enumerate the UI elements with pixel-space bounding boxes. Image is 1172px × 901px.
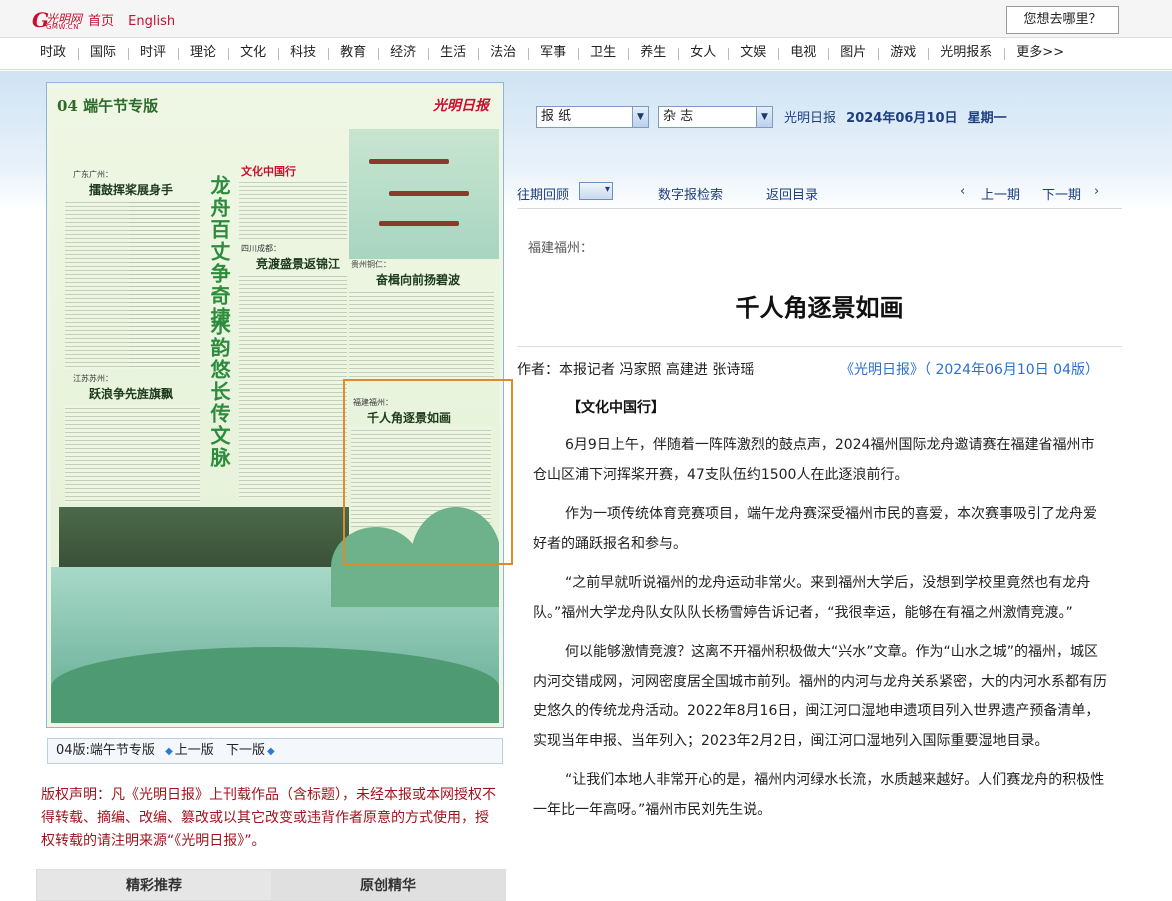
boat-shape — [379, 221, 459, 226]
page-pager: 04版:端午节专版 ◆ 上一版 下一版 ◆ — [47, 738, 503, 764]
text-columns — [239, 179, 347, 239]
text-columns — [129, 199, 199, 369]
article-source[interactable]: 《光明日报》（ 2024年06月10日 04版） — [840, 359, 1099, 379]
issue-date: 2024年06月10日 — [846, 111, 958, 126]
nav-item[interactable]: 电视 — [778, 38, 828, 68]
next-issue-link[interactable]: 下一期 — [1042, 184, 1081, 203]
column-tag: 【文化中国行】 — [567, 400, 665, 416]
selected-article-highlight[interactable] — [343, 379, 513, 565]
nav-item[interactable]: 图片 — [828, 38, 878, 68]
issue-dateline: 光明日报 2024年06月10日 星期一 — [784, 107, 1007, 126]
text-columns — [349, 289, 494, 381]
nav-item[interactable]: 养生 — [628, 38, 678, 68]
back-to-index-link[interactable]: 返回目录 — [766, 184, 818, 203]
divider — [517, 346, 1122, 347]
column-logo: 文化中国行 — [241, 165, 296, 178]
text-columns — [239, 273, 347, 499]
paper-select-value: 报 纸 — [541, 109, 572, 124]
article-city: 贵州铜仁： — [351, 260, 391, 269]
top-links: 首页 English — [88, 10, 185, 29]
copyright-notice: 版权声明：凡《光明日报》上刊载作品（含标题），未经本报或本网授权不得转载、摘编、… — [41, 787, 496, 849]
main-nav: 时政 国际 时评 理论 文化 科技 教育 经济 生活 法治 军事 卫生 养生 女… — [0, 38, 1172, 70]
next-issue-arrow-icon[interactable]: › — [1094, 184, 1099, 199]
article-paragraph: 何以能够激情竞渡？这离不开福州积极做大“兴水”文章。作为“山水之城”的福州，城区… — [533, 644, 1107, 749]
chevron-down-icon: ▼ — [632, 107, 648, 127]
article-headline[interactable]: 跃浪争先旌旗飘 — [89, 385, 173, 402]
prev-page-link[interactable]: 上一版 — [175, 743, 214, 758]
boat-shape — [389, 191, 469, 196]
vertical-title: 龙舟百丈争奇捷 — [207, 175, 231, 329]
nav-item-more[interactable]: 更多>> — [1004, 38, 1076, 68]
nav-item[interactable]: 经济 — [378, 38, 428, 68]
top-bar: G 光明网 GMW.CN 首页 English 您想去哪里？ — [0, 0, 1172, 38]
nav-item[interactable]: 理论 — [178, 38, 228, 68]
logo-sub: GMW.CN — [46, 23, 79, 31]
article-headline[interactable]: 竞渡盛景返锦江 — [256, 255, 340, 272]
article-headline[interactable]: 奋楫向前扬碧波 — [376, 271, 460, 288]
paper-name: 光明日报 — [784, 111, 837, 126]
nav-item[interactable]: 科技 — [278, 38, 328, 68]
page-brand: 光明日报 — [433, 98, 489, 114]
nav-item[interactable]: 军事 — [528, 38, 578, 68]
issue-weekday: 星期一 — [967, 111, 1007, 126]
nav-item[interactable]: 女人 — [678, 38, 728, 68]
article-title: 千人角逐景如画 — [735, 293, 904, 322]
right-arrow-icon: ◆ — [266, 746, 275, 757]
nav-item[interactable]: 游戏 — [878, 38, 928, 68]
text-columns — [65, 405, 200, 503]
nav-item[interactable]: 法治 — [478, 38, 528, 68]
home-link[interactable]: 首页 — [88, 14, 114, 29]
chevron-down-icon: ▼ — [756, 107, 772, 127]
magazine-select-value: 杂 志 — [663, 109, 694, 124]
prev-issue-arrow-icon[interactable]: ‹ — [960, 184, 965, 199]
hill-shape — [51, 647, 499, 723]
article-city: 福建福州： — [528, 241, 594, 256]
next-page-link[interactable]: 下一版 — [226, 743, 265, 758]
nav-item[interactable]: 光明报系 — [928, 38, 1004, 68]
article-byline: 作者：本报记者 冯家照 高建进 张诗瑶 — [517, 362, 755, 378]
boat-shape — [369, 159, 449, 164]
dragon-boat-illustration — [349, 129, 499, 259]
back-issue-link[interactable]: 往期回顾 — [517, 184, 569, 203]
digital-search-link[interactable]: 数字报检索 — [658, 184, 723, 203]
prev-issue-link[interactable]: 上一期 — [981, 184, 1020, 203]
article-paragraph: 作为一项传统体育竞赛项目，端午龙舟赛深受福州市民的喜爱，本次赛事吸引了龙舟爱好者… — [533, 506, 1097, 552]
english-link[interactable]: English — [128, 14, 175, 29]
nav-item[interactable]: 卫生 — [578, 38, 628, 68]
tab-original[interactable]: 原创精华 — [271, 870, 505, 900]
nav-item[interactable]: 时评 — [128, 38, 178, 68]
nav-item[interactable]: 文娱 — [728, 38, 778, 68]
nav-item[interactable]: 国际 — [78, 38, 128, 68]
nav-item[interactable]: 生活 — [428, 38, 478, 68]
hills-illustration — [51, 507, 499, 723]
paper-select[interactable]: 报 纸 ▼ — [536, 106, 649, 128]
recommend-tabs: 精彩推荐 原创精华 — [36, 869, 506, 901]
article-city: 江苏苏州： — [73, 374, 113, 383]
site-logo[interactable]: G 光明网 GMW.CN — [32, 8, 82, 32]
article-body: 6月9日上午，伴随着一阵阵激烈的鼓点声，2024福州国际龙舟邀请赛在福建省福州市… — [533, 431, 1108, 835]
divider — [517, 208, 1122, 209]
left-arrow-icon: ◆ — [165, 746, 173, 757]
article-city: 四川成都： — [241, 244, 281, 253]
magazine-select[interactable]: 杂 志 ▼ — [658, 106, 773, 128]
article-headline[interactable]: 擂鼓挥桨展身手 — [89, 181, 173, 198]
calendar-picker[interactable] — [579, 182, 613, 200]
nav-item[interactable]: 教育 — [328, 38, 378, 68]
article-city: 广东广州： — [73, 170, 113, 179]
article-paragraph: “让我们本地人非常开心的是，福州内河绿水长流，水质越来越好。人们赛龙舟的积极性一… — [533, 772, 1105, 818]
tab-featured[interactable]: 精彩推荐 — [37, 870, 271, 900]
nav-item[interactable]: 时政 — [28, 38, 78, 68]
vertical-title: 水韵悠长传文脉 — [207, 315, 231, 469]
article-paragraph: 6月9日上午，伴随着一阵阵激烈的鼓点声，2024福州国际龙舟邀请赛在福建省福州市… — [533, 437, 1095, 483]
page-label: 04 端午节专版 — [57, 97, 159, 115]
article-paragraph: “之前早就听说福州的龙舟运动非常火。来到福州大学后，没想到学校里竟然也有龙舟队。… — [533, 575, 1091, 621]
where-to-go-button[interactable]: 您想去哪里？ — [1006, 6, 1119, 34]
nav-item[interactable]: 文化 — [228, 38, 278, 68]
current-page-label[interactable]: 04版:端午节专版 — [56, 743, 155, 758]
